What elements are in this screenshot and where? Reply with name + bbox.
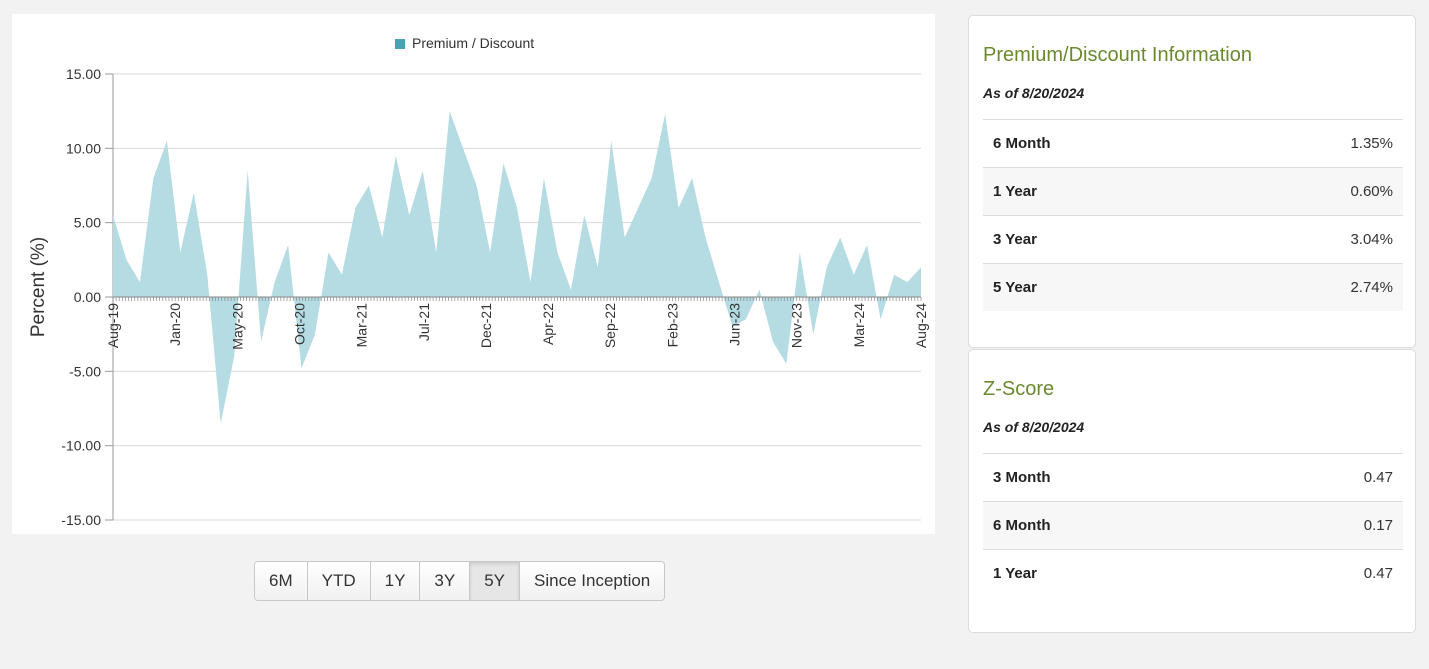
- y-tick-label: 0.00: [74, 289, 101, 305]
- x-tick-label: Apr-22: [540, 303, 556, 345]
- z-score-card: Z-Score As of 8/20/2024 3 Month 0.47 6 M…: [968, 349, 1416, 633]
- card-title: Z-Score: [983, 378, 1055, 400]
- premium-discount-info-card: Premium/Discount Information As of 8/20/…: [968, 15, 1416, 348]
- x-tick-label: Aug-19: [105, 303, 121, 348]
- x-tick-label: Oct-20: [291, 303, 307, 345]
- range-3y-button[interactable]: 3Y: [420, 562, 471, 600]
- range-5y-button[interactable]: 5Y: [470, 562, 521, 600]
- range-1y-button[interactable]: 1Y: [370, 562, 421, 600]
- table-row: 3 Month 0.47: [983, 453, 1403, 502]
- y-tick-label: -10.00: [61, 438, 101, 454]
- y-axis-title: Percent (%): [28, 237, 49, 337]
- row-label: 1 Year: [983, 167, 1216, 216]
- row-label: 6 Month: [983, 119, 1216, 168]
- y-tick-label: 10.00: [66, 140, 101, 156]
- x-tick-label: Mar-24: [851, 303, 867, 348]
- legend-label: Premium / Discount: [412, 35, 534, 51]
- row-label: 5 Year: [983, 263, 1216, 311]
- row-value: 0.17: [1239, 501, 1403, 550]
- legend-swatch: [395, 39, 405, 49]
- x-tick-label: Feb-23: [664, 303, 680, 348]
- row-value: 3.04%: [1215, 215, 1403, 264]
- table-row: 1 Year 0.47: [983, 549, 1403, 597]
- x-tick-label: Jul-21: [416, 303, 432, 341]
- row-value: 1.35%: [1215, 119, 1403, 168]
- y-tick-label: 15.00: [66, 66, 101, 82]
- x-tick-label: Mar-21: [354, 303, 370, 348]
- row-value: 2.74%: [1215, 263, 1403, 311]
- as-of-date: As of 8/20/2024: [983, 419, 1085, 435]
- x-tick-label: Jun-23: [727, 303, 743, 346]
- as-of-date: As of 8/20/2024: [983, 85, 1085, 101]
- y-tick-label: -15.00: [61, 512, 101, 528]
- table-row: 6 Month 0.17: [983, 501, 1403, 550]
- row-label: 3 Year: [983, 215, 1216, 264]
- table-row: 3 Year 3.04%: [983, 215, 1403, 264]
- x-tick-label: Sep-22: [602, 303, 618, 348]
- table-row: 5 Year 2.74%: [983, 263, 1403, 311]
- table-row: 1 Year 0.60%: [983, 167, 1403, 216]
- premium-discount-chart: 15.00 10.00 5.00 0.00 -5.00 -10.00 -15.00 Aug-1…: [12, 14, 935, 534]
- range-since-inception-button[interactable]: Since Inception: [520, 562, 665, 600]
- range-6m-button[interactable]: 6M: [255, 562, 308, 600]
- z-score-table: 3 Month 0.47 6 Month 0.17 1 Year 0.47: [983, 453, 1403, 597]
- row-value: 0.47: [1239, 549, 1403, 597]
- x-tick-label: Aug-24: [913, 303, 929, 348]
- premium-discount-table: 6 Month 1.35% 1 Year 0.60% 3 Year 3.04% …: [983, 119, 1403, 311]
- x-tick-label: May-20: [229, 303, 245, 350]
- x-tick-label: Dec-21: [478, 303, 494, 348]
- row-value: 0.47: [1239, 453, 1403, 502]
- range-ytd-button[interactable]: YTD: [307, 562, 371, 600]
- row-value: 0.60%: [1215, 167, 1403, 216]
- row-label: 3 Month: [983, 453, 1240, 502]
- y-tick-label: 5.00: [74, 215, 101, 231]
- row-label: 1 Year: [983, 549, 1240, 597]
- row-label: 6 Month: [983, 501, 1240, 550]
- y-tick-label: -5.00: [69, 363, 101, 379]
- chart-svg: 15.00 10.00 5.00 0.00 -5.00 -10.00 -15.00 Aug-1…: [28, 35, 929, 528]
- x-tick-label: Nov-23: [789, 303, 805, 348]
- series-area-premium-discount: [113, 111, 921, 424]
- card-title: Premium/Discount Information: [983, 44, 1252, 66]
- x-tick-label: Jan-20: [167, 303, 183, 346]
- range-selector: 6M YTD 1Y 3Y 5Y Since Inception: [254, 561, 666, 601]
- table-row: 6 Month 1.35%: [983, 119, 1403, 168]
